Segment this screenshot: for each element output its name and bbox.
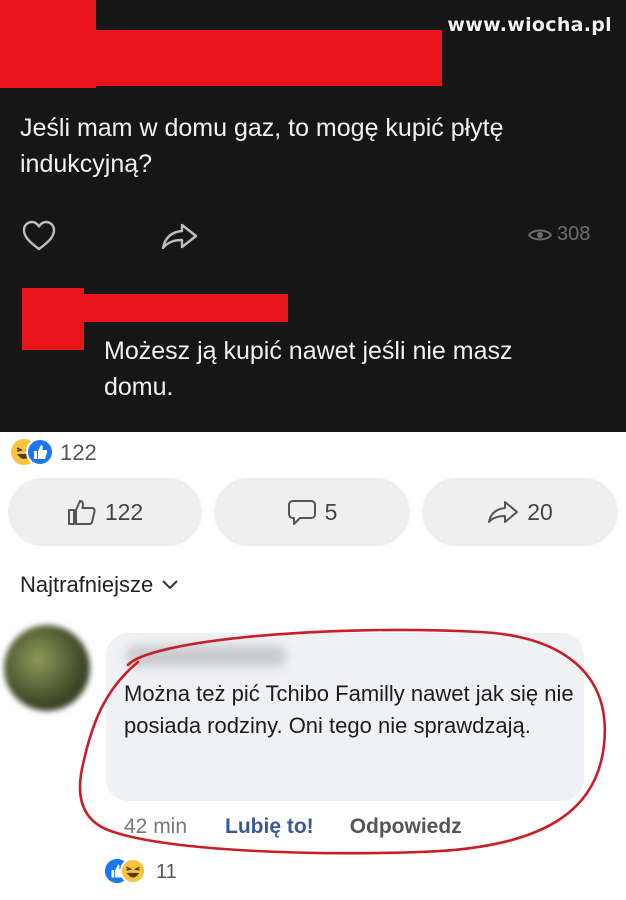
- share-icon: [488, 501, 519, 523]
- comments-sort-dropdown[interactable]: Najtrafniejsze: [20, 572, 179, 598]
- watermark: www.wiocha.pl: [447, 14, 612, 36]
- comment-time[interactable]: 42 min: [124, 815, 187, 839]
- eye-icon: [528, 229, 552, 240]
- like-button[interactable]: 122: [8, 478, 202, 546]
- thumbs-up-icon: [67, 500, 96, 525]
- view-count-value: 308: [557, 223, 591, 245]
- share-icon[interactable]: [160, 220, 200, 252]
- comment-reactions-count: 11: [156, 860, 177, 883]
- comment-text: Można też pić Tchibo Familly nawet jak s…: [124, 681, 574, 738]
- comment-button[interactable]: 5: [214, 478, 410, 546]
- answer-text: Możesz ją kupić nawet jeśli nie masz dom…: [104, 337, 513, 401]
- blurred-commenter-name[interactable]: [126, 645, 286, 667]
- chevron-down-icon: [162, 580, 178, 590]
- share-button[interactable]: 20: [422, 478, 618, 546]
- like-reaction-icon: [26, 438, 54, 466]
- haha-reaction-icon: [120, 858, 146, 884]
- share-count: 20: [527, 498, 553, 525]
- redacted-answer-avatar: [22, 288, 84, 350]
- view-count: 308: [528, 223, 590, 246]
- redacted-avatar: [0, 0, 96, 88]
- sort-label: Najtrafniejsze: [20, 572, 154, 597]
- redacted-answer-username: [84, 294, 288, 322]
- post-reactions-count: 122: [60, 440, 97, 465]
- question-text: Jeśli mam w domu gaz, to mogę kupić płyt…: [20, 114, 504, 178]
- comment-meta: 42 min Lubię to! Odpowiedz: [124, 815, 462, 839]
- redacted-username: [96, 30, 442, 86]
- comment-count: 5: [324, 498, 338, 525]
- comment-icon: [287, 500, 316, 525]
- like-count: 122: [104, 498, 144, 525]
- comment-reply-link[interactable]: Odpowiedz: [350, 815, 462, 839]
- post-reactions-summary[interactable]: 122: [10, 438, 97, 468]
- comment-like-link[interactable]: Lubię to!: [225, 815, 314, 839]
- commenter-avatar[interactable]: [4, 625, 90, 711]
- comment-reactions[interactable]: 11: [104, 858, 177, 886]
- heart-icon[interactable]: [22, 220, 56, 252]
